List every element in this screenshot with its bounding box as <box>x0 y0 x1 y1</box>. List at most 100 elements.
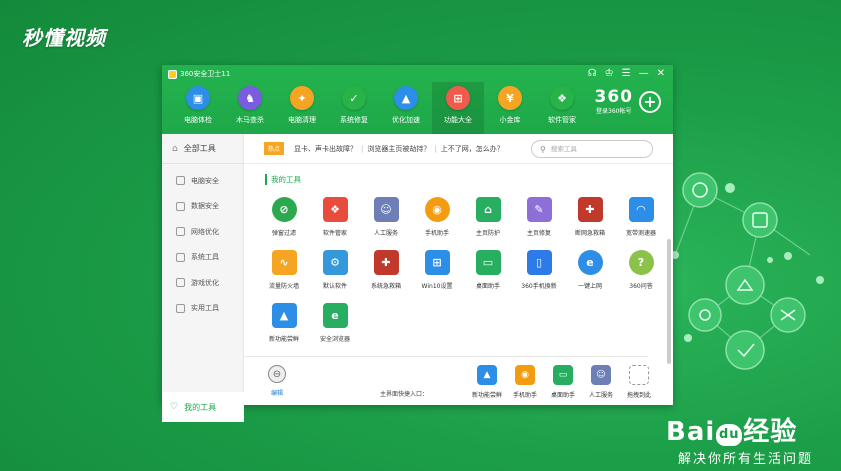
edit-label: 编辑 <box>270 390 283 397</box>
nav-label: 电脑清理 <box>288 116 316 124</box>
sidebar-my-tools[interactable]: ♡ 我的工具 <box>162 392 244 422</box>
minimize-icon[interactable]: — <box>639 68 649 79</box>
tool-label: 软件管家 <box>322 230 347 237</box>
quick-entry[interactable]: 拖拽到此 <box>616 365 662 399</box>
quick-entry-label: 手机助手 <box>512 392 537 399</box>
tool-item[interactable]: ? 360问答 <box>615 250 667 290</box>
quick-entry-icon: ▲ <box>477 365 497 385</box>
menu-icon[interactable]: ☰ <box>622 68 631 79</box>
nav-label: 系统修复 <box>340 116 368 124</box>
skin-icon[interactable]: ☊ <box>588 68 597 79</box>
tool-label: 默认软件 <box>322 283 347 290</box>
tool-icon: ✎ <box>526 197 552 222</box>
main-nav: ▣ 电脑体检 ♞ 木马查杀 ✦ 电脑清理 ✓ 系统修复 ▲ 优化加速 ⊞ 功能大全 ¥ 小金库 ❖ 软件管家 <box>172 82 588 134</box>
top-bar: 360安全卫士11 ☊ ♔ ☰ — ✕ ▣ 电脑体检 ♞ 木马查杀 ✦ 电脑清理 ✓ 系统修复… <box>162 65 673 134</box>
tool-icon: ⚙ <box>322 250 348 275</box>
toolbox-icon: ⌂ <box>172 143 178 154</box>
baidu-paw-icon: du <box>716 424 743 446</box>
tool-item[interactable]: ▯ 360手机換新 <box>513 250 565 290</box>
search-icon: ⚲ <box>540 144 546 154</box>
tool-item[interactable]: ▭ 桌面助手 <box>462 250 514 290</box>
tool-icon: ▲ <box>271 303 297 328</box>
tool-icon: ☺ <box>373 197 399 222</box>
tool-item[interactable]: e 安全浏览器 <box>309 303 361 343</box>
nav-item-broom[interactable]: ✦ 电脑清理 <box>276 82 328 134</box>
nav-item-shield[interactable]: ✓ 系统修复 <box>328 82 380 134</box>
nav-item-coin[interactable]: ¥ 小金库 <box>484 82 536 134</box>
sidebar-item-label: 电脑安全 <box>191 176 219 185</box>
sidebar-item[interactable]: 游戏优化 <box>162 270 243 296</box>
tool-icon: ❖ <box>322 197 348 222</box>
decorative-network-icons <box>671 172 824 370</box>
tool-label: 流量防火墙 <box>268 283 299 290</box>
app-window: 360安全卫士11 ☊ ♔ ☰ — ✕ ▣ 电脑体检 ♞ 木马查杀 ✦ 电脑清理 ✓ 系统修复… <box>162 65 673 422</box>
tool-label: 360问答 <box>629 283 653 290</box>
tool-item[interactable]: ▲ 新功能尝鲜 <box>258 303 310 343</box>
quick-entry-icon <box>629 365 649 385</box>
tool-label: 360手机換新 <box>521 283 557 290</box>
category-icon <box>176 278 185 288</box>
tool-item[interactable]: ⚙ 默认软件 <box>309 250 361 290</box>
tool-icon: ▯ <box>526 250 552 275</box>
sidebar-item[interactable]: 系统工具 <box>162 245 243 271</box>
baidu-logo-left: Bai <box>666 417 716 447</box>
scrollbar[interactable] <box>667 239 671 364</box>
sidebar-item[interactable]: 实用工具 <box>162 296 243 322</box>
tool-item[interactable]: ∿ 流量防火墙 <box>258 250 310 290</box>
tool-item[interactable]: ✚ 系统急救箱 <box>360 250 412 290</box>
nav-label: 小金库 <box>499 116 521 124</box>
add-icon[interactable]: + <box>639 90 661 113</box>
tool-item[interactable]: ⌂ 主页防护 <box>462 197 514 237</box>
nav-label: 软件管家 <box>548 116 576 124</box>
baidu-logo-right: 经验 <box>743 417 798 447</box>
sidebar-item[interactable]: 网络优化 <box>162 219 243 245</box>
login-link[interactable]: 360 登录360帐号 <box>595 88 634 115</box>
sidebar-item-label: 实用工具 <box>191 304 219 313</box>
edit-button[interactable]: ⊖ 编辑 <box>268 365 286 397</box>
tool-label: 一键上网 <box>577 283 602 290</box>
nav-item-software[interactable]: ❖ 软件管家 <box>536 82 588 134</box>
sidebar-item[interactable]: 电脑安全 <box>162 168 243 194</box>
nav-item-apps[interactable]: ⊞ 功能大全 <box>432 82 484 134</box>
search-input[interactable] <box>550 145 641 153</box>
app-logo-icon <box>168 69 177 79</box>
sidebar-all-tools[interactable]: ⌂ 全部工具 <box>162 134 243 164</box>
quick-entry-label: 人工服务 <box>588 392 613 399</box>
tool-label: 主页修复 <box>526 230 551 237</box>
quick-entry-icon: ◉ <box>515 365 535 385</box>
nav-item-horse[interactable]: ♞ 木马查杀 <box>224 82 276 134</box>
hot-link-1[interactable]: 显卡、声卡出故障？ <box>294 144 357 154</box>
quick-entry-label: 主界面快捷入口： <box>380 391 429 398</box>
tool-item[interactable]: ✎ 主页修复 <box>513 197 565 237</box>
tool-icon: ✚ <box>373 250 399 275</box>
tool-item[interactable]: ☺ 人工服务 <box>360 197 412 237</box>
tool-label: 宽带测速器 <box>625 230 656 237</box>
tool-icon: ∿ <box>271 250 297 275</box>
category-icon <box>176 303 185 313</box>
baidu-jingyan-watermark: Bai du 经验 解决你所有生活问题 <box>666 418 813 467</box>
horse-icon: ♞ <box>238 86 262 110</box>
nav-item-rocket[interactable]: ▲ 优化加速 <box>380 82 432 134</box>
sidebar-item[interactable]: 数据安全 <box>162 194 243 220</box>
section-title: 我的工具 <box>265 174 301 185</box>
login-label: 登录360帐号 <box>596 108 632 115</box>
sidebar-head-label: 全部工具 <box>183 144 216 153</box>
tool-item[interactable]: ⊘ 弹窗过滤 <box>258 197 310 237</box>
nav-item-monitor[interactable]: ▣ 电脑体检 <box>172 82 224 134</box>
category-icon <box>176 201 185 211</box>
hot-link-3[interactable]: 上不了网，怎么办？ <box>441 144 504 154</box>
tool-label: 桌面助手 <box>475 283 500 290</box>
tool-item[interactable]: ⊞ Win10设置 <box>411 250 463 290</box>
tool-icon: ▭ <box>475 250 501 275</box>
crown-icon[interactable]: ♔ <box>605 68 614 79</box>
tool-item[interactable]: ◉ 手机助手 <box>411 197 463 237</box>
tool-item[interactable]: e 一键上网 <box>564 250 616 290</box>
tool-label: 弹窗过滤 <box>271 230 296 237</box>
baidu-logo: Bai du 经验 <box>666 418 813 446</box>
hot-link-2[interactable]: 浏览器主页被劫持？ <box>367 144 430 154</box>
close-icon[interactable]: ✕ <box>657 68 665 79</box>
tool-item[interactable]: ❖ 软件管家 <box>309 197 361 237</box>
tool-item[interactable]: ◠ 宽带测速器 <box>615 197 667 237</box>
tool-item[interactable]: ✚ 断网急救箱 <box>564 197 616 237</box>
brand-area: 360 登录360帐号 + <box>595 88 661 115</box>
